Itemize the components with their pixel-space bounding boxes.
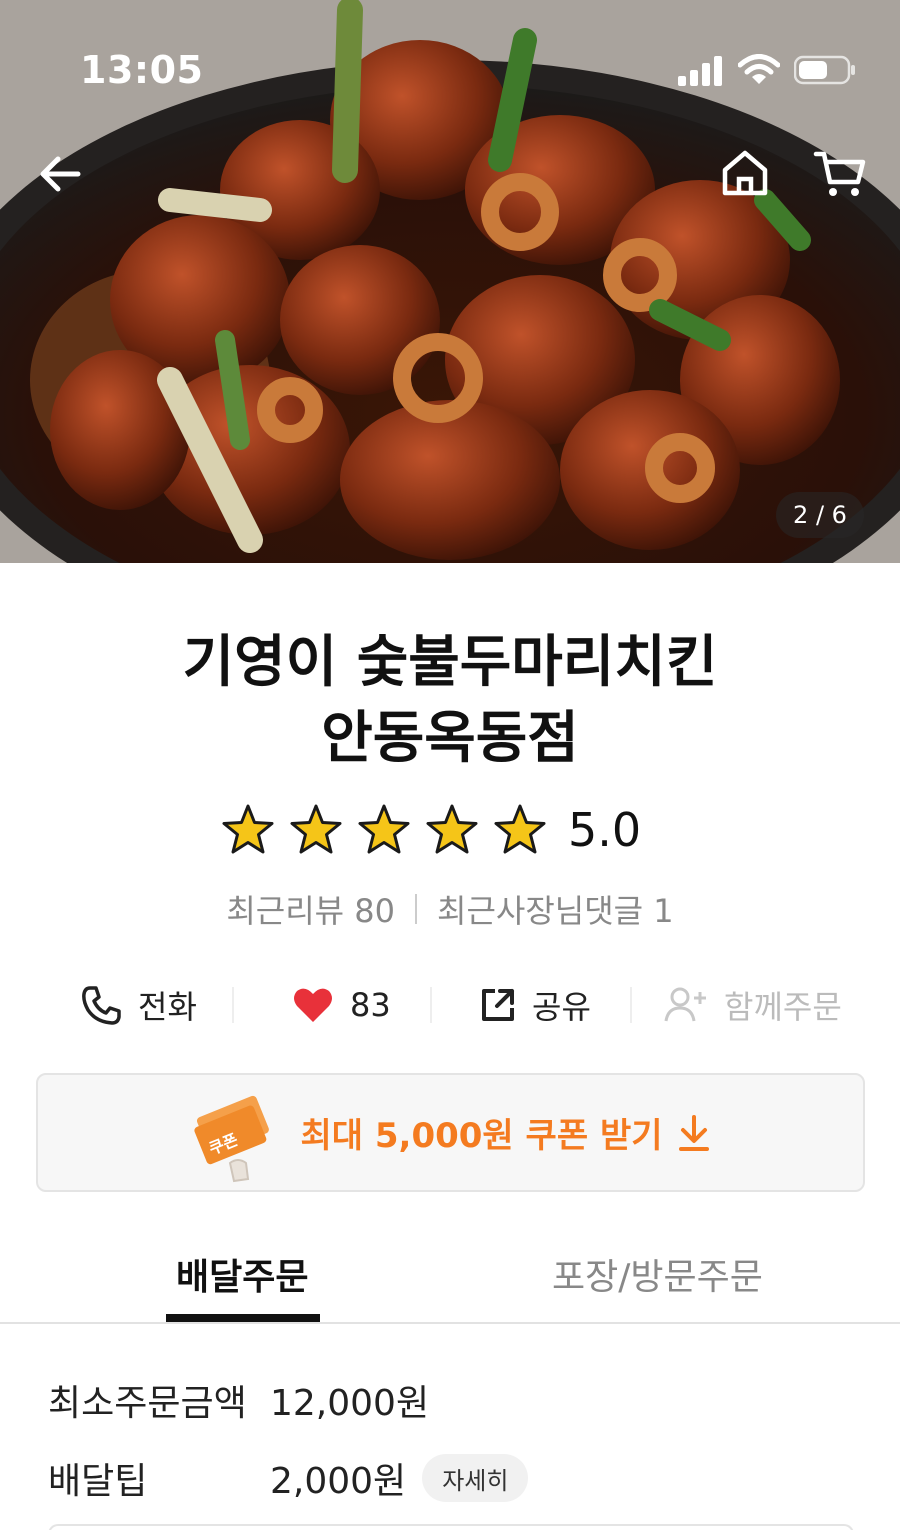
home-icon[interactable] xyxy=(718,146,772,200)
store-name-line2: 안동옥동점 xyxy=(321,706,579,771)
tab-pickup-visit-order[interactable]: 포장/방문주문 xyxy=(552,1248,763,1300)
min-order-row: 최소주문금액 12,000원 xyxy=(48,1372,429,1428)
back-arrow-icon[interactable] xyxy=(34,148,86,200)
delivery-tip-row: 배달팁 2,000원 자세히 xyxy=(48,1450,529,1506)
delivery-tip-value: 2,000원 xyxy=(270,1461,407,1502)
download-arrow-icon xyxy=(678,1114,709,1151)
star-icon xyxy=(426,804,478,854)
recent-reviews-count[interactable]: 최근리뷰 80 xyxy=(226,886,395,932)
coupon-ticket-icon: 쿠폰 xyxy=(194,1095,270,1182)
divider xyxy=(630,987,632,1023)
heart-icon xyxy=(294,988,332,1022)
active-tab-indicator xyxy=(166,1314,320,1322)
share-icon xyxy=(482,989,514,1021)
min-order-label: 최소주문금액 xyxy=(48,1383,247,1424)
like-count: 83 xyxy=(350,986,391,1024)
status-icons xyxy=(678,54,856,86)
next-section-card xyxy=(48,1524,854,1530)
star-rating xyxy=(220,802,560,858)
delivery-tip-detail-button[interactable]: 자세히 xyxy=(422,1454,529,1502)
star-icon xyxy=(358,804,410,854)
wifi-icon xyxy=(738,54,780,84)
star-icon xyxy=(494,804,546,854)
star-icon xyxy=(290,804,342,854)
store-name: 기영이 숯불두마리치킨 안동옥동점 xyxy=(0,625,900,777)
battery-icon xyxy=(794,55,855,85)
divider xyxy=(430,987,432,1023)
image-page-indicator: 2 / 6 xyxy=(776,492,864,538)
star-icon xyxy=(222,804,274,854)
store-name-line1: 기영이 숯불두마리치킨 xyxy=(182,630,718,695)
delivery-tip-label: 배달팁 xyxy=(48,1461,148,1502)
order-type-tabs: 배달주문 포장/방문주문 xyxy=(0,1240,900,1324)
divider xyxy=(232,987,234,1023)
group-order-button[interactable]: 함께주문 xyxy=(664,975,842,1035)
coupon-label: 최대 5,000원 쿠폰 받기 xyxy=(300,1116,663,1156)
share-label: 공유 xyxy=(532,988,591,1026)
tab-delivery-order[interactable]: 배달주문 xyxy=(176,1248,308,1300)
cart-icon[interactable] xyxy=(812,146,868,200)
divider xyxy=(415,894,418,924)
hero-image[interactable]: 13:05 2 / 6 xyxy=(0,0,900,563)
share-button[interactable]: 공유 xyxy=(480,975,591,1035)
review-summary[interactable]: 최근리뷰 80 최근사장님댓글 1 xyxy=(0,886,900,932)
status-bar: 13:05 xyxy=(0,0,900,140)
coupon-download-button[interactable]: 쿠폰 최대 5,000원 쿠폰 받기 xyxy=(36,1073,865,1192)
action-bar: 전화 83 공유 함께주문 xyxy=(0,975,900,1035)
call-button[interactable]: 전화 xyxy=(80,975,197,1035)
cellular-signal-icon xyxy=(678,56,722,86)
group-order-label: 함께주문 xyxy=(724,988,842,1026)
rating-row[interactable]: 5.0 xyxy=(220,800,641,860)
call-label: 전화 xyxy=(138,988,197,1026)
phone-icon xyxy=(82,986,121,1025)
add-person-icon xyxy=(664,987,706,1022)
min-order-value: 12,000원 xyxy=(270,1383,430,1424)
rating-score: 5.0 xyxy=(568,803,642,857)
status-time: 13:05 xyxy=(80,48,204,92)
like-button[interactable]: 83 xyxy=(292,975,391,1035)
owner-replies-count[interactable]: 최근사장님댓글 1 xyxy=(437,886,674,932)
